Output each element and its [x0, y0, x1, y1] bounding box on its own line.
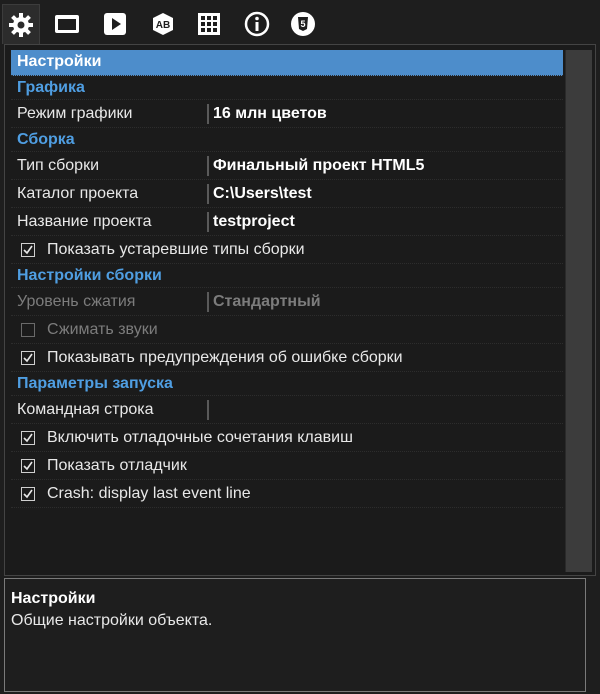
property-grid: Настройки Графика Режим графики 16 млн ц… [11, 50, 563, 570]
checkmark-icon [23, 245, 33, 255]
property-label: Командная строка [17, 401, 154, 418]
tab-info[interactable] [238, 4, 276, 44]
tab-ab[interactable]: AB [144, 4, 182, 44]
checkmark-icon [23, 353, 33, 363]
info-icon [244, 11, 270, 37]
tab-settings[interactable] [2, 4, 40, 44]
ab-icon: AB [150, 12, 176, 36]
checkbox-label: Crash: display last event line [47, 485, 251, 502]
checkbox-label: Включить отладочные сочетания клавиш [47, 429, 353, 446]
debug-shortcuts-checkbox[interactable] [21, 431, 35, 445]
property-label: Уровень сжатия [17, 293, 136, 310]
property-label: Тип сборки [17, 157, 100, 174]
property-command-line[interactable]: Командная строка [11, 396, 563, 424]
property-project-name[interactable]: Название проекта testproject [11, 208, 563, 236]
tab-window[interactable] [48, 4, 86, 44]
project-name-value[interactable]: testproject [213, 213, 295, 231]
column-separator [207, 212, 209, 232]
property-graphics-mode[interactable]: Режим графики 16 млн цветов [11, 100, 563, 128]
build-type-value[interactable]: Финальный проект HTML5 [213, 157, 424, 175]
checkbox-label: Показывать предупреждения об ошибке сбор… [47, 349, 403, 366]
checkmark-icon [23, 489, 33, 499]
project-dir-value[interactable]: C:\Users\test [213, 185, 312, 203]
crash-event-checkbox[interactable] [21, 487, 35, 501]
compress-sounds-checkbox [21, 323, 35, 337]
html5-icon: 5 [290, 11, 316, 37]
checkmark-icon [23, 433, 33, 443]
property-panel: Настройки Графика Режим графики 16 млн ц… [4, 44, 596, 576]
property-debug-shortcuts[interactable]: Включить отладочные сочетания клавиш [11, 424, 563, 452]
show-build-warnings-checkbox[interactable] [21, 351, 35, 365]
description-text: Общие настройки объекта. [11, 612, 213, 629]
description-title: Настройки [11, 590, 96, 607]
property-project-dir[interactable]: Каталог проекта C:\Users\test [11, 180, 563, 208]
property-show-old-types[interactable]: Показать устаревшие типы сборки [11, 236, 563, 264]
grid-header-title: Настройки [17, 53, 102, 70]
column-separator [207, 184, 209, 204]
property-label: Название проекта [17, 213, 152, 230]
category-graphics-title: Графика [17, 79, 85, 96]
svg-text:5: 5 [300, 19, 305, 29]
property-label: Каталог проекта [17, 185, 139, 202]
column-separator [207, 156, 209, 176]
toolbar: AB 5 [0, 0, 600, 46]
gear-icon [7, 11, 35, 39]
grid-icon [197, 12, 221, 36]
tab-html5[interactable]: 5 [284, 4, 322, 44]
property-compress-sounds: Сжимать звуки [11, 316, 563, 344]
category-graphics[interactable]: Графика [11, 76, 563, 100]
checkbox-label: Показать отладчик [47, 457, 187, 474]
show-old-types-checkbox[interactable] [21, 243, 35, 257]
grid-header[interactable]: Настройки [11, 50, 563, 76]
description-panel: Настройки Общие настройки объекта. [4, 578, 586, 692]
category-run-params-title: Параметры запуска [17, 375, 173, 392]
checkbox-label: Показать устаревшие типы сборки [47, 241, 305, 258]
property-label: Режим графики [17, 105, 133, 122]
svg-text:AB: AB [156, 20, 170, 31]
property-show-debugger[interactable]: Показать отладчик [11, 452, 563, 480]
play-icon [103, 12, 127, 36]
category-build-settings-title: Настройки сборки [17, 267, 162, 284]
column-separator [207, 292, 209, 312]
category-build[interactable]: Сборка [11, 128, 563, 152]
column-separator [207, 400, 209, 420]
category-build-settings[interactable]: Настройки сборки [11, 264, 563, 288]
checkbox-label: Сжимать звуки [47, 321, 158, 338]
tab-grid[interactable] [190, 4, 228, 44]
category-run-params[interactable]: Параметры запуска [11, 372, 563, 396]
category-build-title: Сборка [17, 131, 75, 148]
show-debugger-checkbox[interactable] [21, 459, 35, 473]
checkmark-icon [23, 461, 33, 471]
property-crash-event[interactable]: Crash: display last event line [11, 480, 563, 508]
window-icon [54, 13, 80, 35]
property-compression: Уровень сжатия Стандартный [11, 288, 563, 316]
window-edge [588, 578, 600, 694]
vertical-scrollbar[interactable] [565, 50, 592, 572]
property-build-type[interactable]: Тип сборки Финальный проект HTML5 [11, 152, 563, 180]
compression-value: Стандартный [213, 293, 321, 310]
property-show-build-warnings[interactable]: Показывать предупреждения об ошибке сбор… [11, 344, 563, 372]
tab-run[interactable] [96, 4, 134, 44]
column-separator [207, 104, 209, 124]
graphics-mode-value[interactable]: 16 млн цветов [213, 105, 327, 123]
properties-window: AB 5 Настройки Графика Режим графики 16 … [0, 0, 600, 694]
